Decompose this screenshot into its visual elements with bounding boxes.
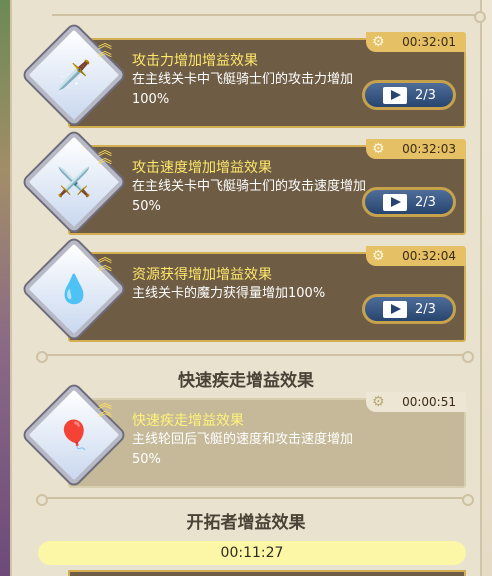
rank-chevrons-icon: ︽ ︽ — [98, 250, 112, 274]
buff-description: 主线关卡的魔力获得量增加100% — [132, 286, 326, 301]
gear-icon: ⚙ — [372, 34, 385, 50]
buff-card-partial — [68, 570, 466, 576]
buff-description: 在主线关卡中飞艇骑士们的攻击速度增加 50% — [132, 179, 367, 214]
play-icon — [383, 194, 407, 211]
gear-icon: ⚙ — [372, 248, 385, 264]
buff-timer: ⚙ 00:32:03 — [366, 139, 466, 159]
buff-title: 快速疾走增益效果 — [132, 413, 244, 429]
pioneer-timer-bar: 00:11:27 — [38, 541, 466, 565]
gear-icon: ⚙ — [372, 141, 385, 157]
buff-timer: ⚙ 00:32:04 — [366, 246, 466, 266]
buff-timer: ⚙ 00:32:01 — [366, 32, 466, 52]
watch-ad-button[interactable]: 2/3 — [362, 187, 456, 217]
buff-description: 主线轮回后飞艇的速度和攻击速度增加50% — [132, 432, 354, 467]
section-divider — [36, 351, 474, 363]
section-title-pioneer: 开拓者增益效果 — [186, 513, 306, 533]
buff-timer: ⚙ 00:00:51 — [366, 392, 466, 412]
ad-count: 2/3 — [415, 88, 436, 103]
rank-chevrons-icon: ︽ ︽ — [98, 36, 112, 60]
buff-card-attack: 攻击力增加增益效果 在主线关卡中飞艇骑士们的攻击力增加 100% ⚙ 00:32… — [68, 32, 466, 128]
buff-title: 攻击速度增加增益效果 — [132, 160, 272, 176]
buff-card-quick-dash: 快速疾走增益效果 主线轮回后飞艇的速度和攻击速度增加50% ⚙ 00:00:51 — [68, 392, 466, 488]
timer-text: 00:32:01 — [402, 35, 456, 49]
ad-count: 2/3 — [415, 195, 436, 210]
buff-title: 资源获得增加增益效果 — [132, 267, 272, 283]
gear-icon: ⚙ — [372, 394, 385, 410]
buff-description: 在主线关卡中飞艇骑士们的攻击力增加 100% — [132, 72, 354, 107]
watch-ad-button[interactable]: 2/3 — [362, 80, 456, 110]
timer-text: 00:00:51 — [402, 395, 456, 409]
play-icon — [383, 87, 407, 104]
timer-text: 00:32:03 — [402, 142, 456, 156]
top-divider — [52, 11, 486, 23]
buff-title: 攻击力增加增益效果 — [132, 53, 258, 69]
timer-text: 00:32:04 — [402, 249, 456, 263]
rank-chevrons-icon: ︽ ︽ — [98, 143, 112, 167]
section-divider — [36, 494, 474, 506]
watch-ad-button[interactable]: 2/3 — [362, 294, 456, 324]
ad-count: 2/3 — [415, 302, 436, 317]
play-icon — [383, 301, 407, 318]
buff-card-resource: 资源获得增加增益效果 主线关卡的魔力获得量增加100% ⚙ 00:32:04 2… — [68, 246, 466, 342]
buff-card-attack-speed: 攻击速度增加增益效果 在主线关卡中飞艇骑士们的攻击速度增加 50% ⚙ 00:3… — [68, 139, 466, 235]
rank-chevrons-icon: ︽ ︽ — [98, 396, 112, 420]
